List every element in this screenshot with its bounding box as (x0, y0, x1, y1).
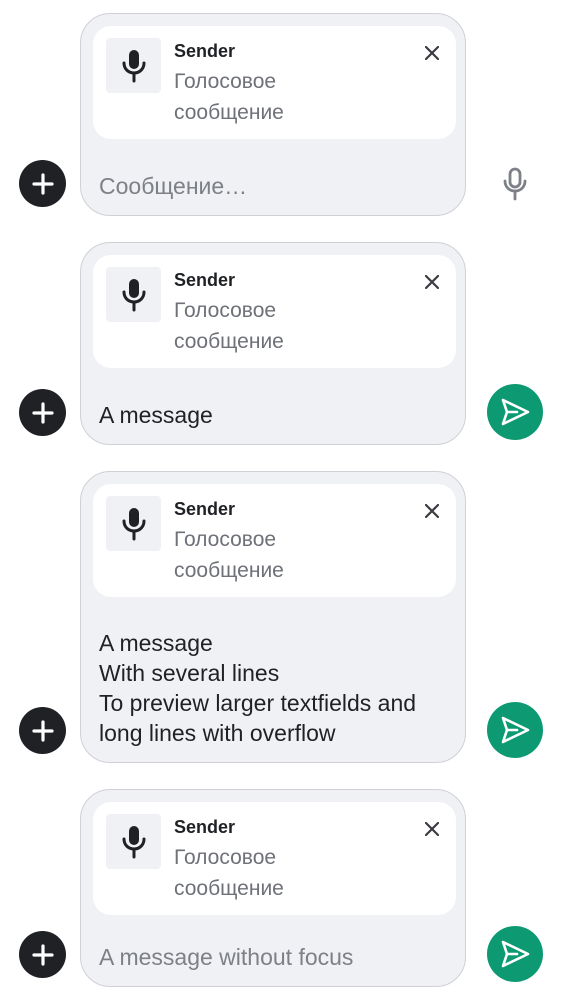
reply-message-text: Голосовое сообщение (174, 299, 284, 353)
send-button[interactable] (487, 702, 543, 758)
send-icon (501, 940, 530, 968)
mic-icon (122, 825, 145, 858)
add-attachment-button[interactable] (19, 160, 66, 207)
close-icon (425, 46, 439, 60)
message-composer: Sender Голосовое сообщение Сообщение… (0, 13, 562, 216)
plus-icon (31, 943, 54, 966)
close-icon (425, 504, 439, 518)
message-input[interactable]: A message (99, 400, 459, 430)
reply-message-text: Голосовое сообщение (174, 528, 284, 582)
add-attachment-button[interactable] (19, 707, 66, 754)
message-input[interactable]: A message without focus (99, 942, 459, 972)
send-icon (501, 398, 530, 426)
close-reply-button[interactable] (421, 42, 443, 64)
reply-message-text: Голосовое сообщение (174, 70, 284, 124)
reply-preview: Sender Голосовое сообщение (93, 255, 456, 368)
reply-voice-thumbnail (106, 38, 161, 93)
composer-input-box[interactable]: Sender Голосовое сообщение A message wit… (80, 789, 466, 987)
reply-preview: Sender Голосовое сообщение (93, 26, 456, 139)
reply-sender-name: Sender (174, 41, 236, 61)
microphone-icon (503, 167, 527, 201)
plus-icon (31, 172, 54, 195)
send-button[interactable] (487, 926, 543, 982)
message-composer: Sender Голосовое сообщение A message Wit… (0, 471, 562, 763)
composer-input-box[interactable]: Sender Голосовое сообщение A message (80, 242, 466, 445)
mic-icon (122, 278, 145, 311)
reply-voice-thumbnail (106, 496, 161, 551)
add-attachment-button[interactable] (19, 931, 66, 978)
plus-icon (31, 401, 54, 424)
mic-icon (122, 507, 145, 540)
plus-icon (31, 719, 54, 742)
message-composer: Sender Голосовое сообщение A message (0, 242, 562, 445)
reply-preview: Sender Голосовое сообщение (93, 484, 456, 597)
reply-sender-name: Sender (174, 499, 236, 519)
reply-sender-name: Sender (174, 817, 236, 837)
message-input[interactable]: A message With several lines To preview … (99, 628, 459, 748)
close-reply-button[interactable] (421, 818, 443, 840)
record-voice-button[interactable] (492, 161, 538, 207)
close-icon (425, 822, 439, 836)
send-icon (501, 716, 530, 744)
reply-sender-name: Sender (174, 270, 236, 290)
send-button[interactable] (487, 384, 543, 440)
close-reply-button[interactable] (421, 271, 443, 293)
reply-preview: Sender Голосовое сообщение (93, 802, 456, 915)
add-attachment-button[interactable] (19, 389, 66, 436)
reply-voice-thumbnail (106, 814, 161, 869)
mic-icon (122, 49, 145, 82)
close-reply-button[interactable] (421, 500, 443, 522)
reply-voice-thumbnail (106, 267, 161, 322)
message-composer: Sender Голосовое сообщение A message wit… (0, 789, 562, 987)
message-input[interactable]: Сообщение… (99, 171, 459, 201)
reply-message-text: Голосовое сообщение (174, 846, 284, 900)
composer-input-box[interactable]: Sender Голосовое сообщение Сообщение… (80, 13, 466, 216)
close-icon (425, 275, 439, 289)
composer-input-box[interactable]: Sender Голосовое сообщение A message Wit… (80, 471, 466, 763)
